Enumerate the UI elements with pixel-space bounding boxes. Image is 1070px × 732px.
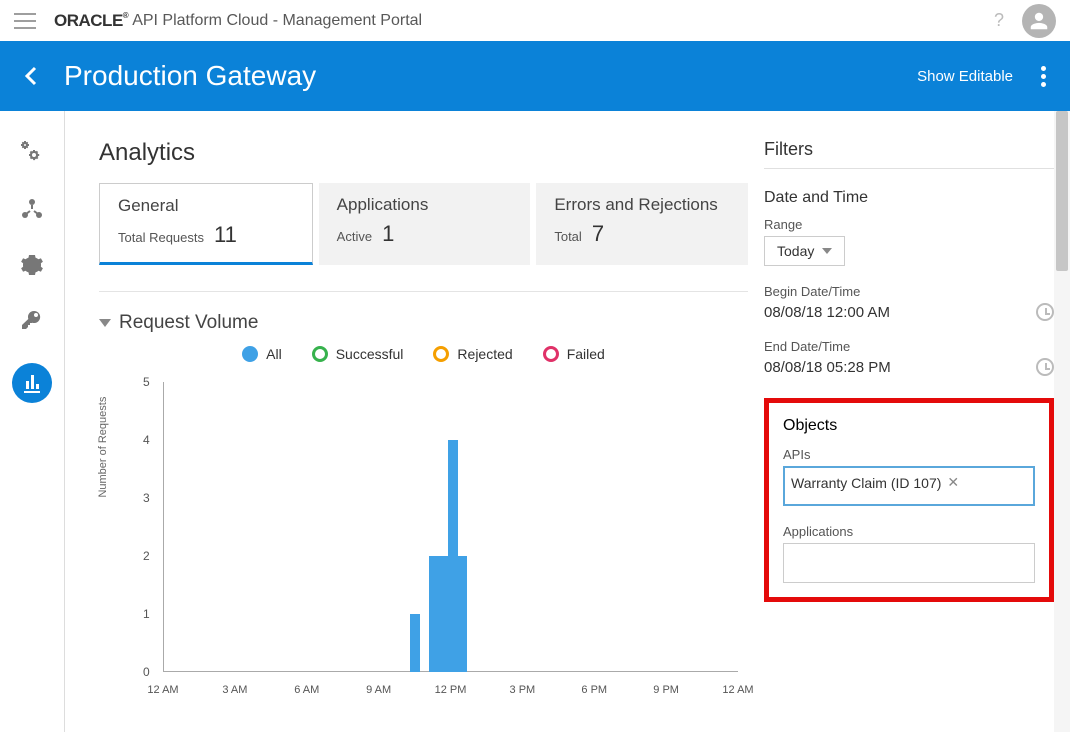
topbar: ORACLE® API Platform Cloud - Management … (0, 0, 1070, 41)
chart-bar[interactable] (457, 556, 467, 672)
tab-errors[interactable]: Errors and Rejections Total 7 (536, 183, 748, 265)
collapse-icon[interactable] (99, 319, 111, 327)
x-tick: 12 AM (147, 684, 178, 696)
y-tick: 4 (143, 433, 150, 447)
nav-keys-icon[interactable] (18, 307, 46, 335)
filters-heading: Filters (764, 139, 1054, 169)
chart-bar[interactable] (448, 440, 458, 672)
brand-logo: ORACLE® (54, 11, 128, 31)
tab-errors-value: 7 (592, 221, 604, 247)
tab-applications-title: Applications (337, 195, 513, 215)
y-tick: 5 (143, 375, 150, 389)
tab-errors-title: Errors and Rejections (554, 195, 730, 215)
page-title: Production Gateway (64, 60, 917, 92)
overflow-menu-icon[interactable] (1033, 55, 1054, 98)
date-time-heading: Date and Time (764, 189, 1054, 207)
nav-settings-icon[interactable] (18, 139, 46, 167)
section-title: Analytics (99, 139, 748, 167)
begin-label: Begin Date/Time (764, 284, 1054, 299)
chart-legend: All Successful Rejected Failed (99, 346, 748, 362)
legend-rejected[interactable]: Rejected (433, 346, 512, 362)
objects-section: Objects APIs Warranty Claim (ID 107) ✕ A… (764, 398, 1054, 602)
scrollbar-thumb[interactable] (1056, 111, 1068, 271)
x-tick: 3 AM (222, 684, 247, 696)
legend-successful[interactable]: Successful (312, 346, 404, 362)
user-avatar[interactable] (1022, 4, 1056, 38)
tab-applications-value: 1 (382, 221, 394, 247)
x-tick: 3 PM (510, 684, 536, 696)
y-tick: 2 (143, 549, 150, 563)
y-axis (163, 382, 164, 672)
divider (99, 291, 748, 292)
y-tick: 1 (143, 607, 150, 621)
applications-input[interactable] (783, 543, 1035, 583)
chart-title: Request Volume (119, 312, 258, 334)
chart-bar[interactable] (438, 556, 448, 672)
apis-label: APIs (783, 447, 1035, 462)
tab-applications[interactable]: Applications Active 1 (319, 183, 531, 265)
scrollbar[interactable] (1054, 111, 1070, 732)
tab-applications-sub: Active (337, 229, 372, 244)
menu-icon[interactable] (14, 13, 36, 29)
filters-panel: Filters Date and Time Range Today Begin … (764, 139, 1054, 732)
x-tick: 6 AM (294, 684, 319, 696)
end-time-picker-icon[interactable] (1036, 358, 1054, 376)
nav-nodes-icon[interactable] (18, 195, 46, 223)
x-tick: 9 AM (366, 684, 391, 696)
tab-general-sub: Total Requests (118, 230, 204, 245)
begin-value: 08/08/18 12:00 AM (764, 304, 890, 321)
nav-gear-icon[interactable] (18, 251, 46, 279)
tab-errors-sub: Total (554, 229, 581, 244)
legend-all[interactable]: All (242, 346, 282, 362)
applications-label: Applications (783, 524, 1035, 539)
x-tick: 9 PM (653, 684, 679, 696)
api-chip-label: Warranty Claim (ID 107) (791, 475, 941, 491)
chevron-down-icon (822, 248, 832, 254)
chart-bar[interactable] (429, 556, 439, 672)
product-name: API Platform Cloud - Management Portal (132, 12, 422, 30)
begin-time-picker-icon[interactable] (1036, 303, 1054, 321)
chip-remove-icon[interactable]: ✕ (947, 474, 959, 491)
x-tick: 12 AM (722, 684, 753, 696)
range-select[interactable]: Today (764, 236, 845, 266)
apis-input[interactable]: Warranty Claim (ID 107) ✕ (783, 466, 1035, 506)
page-header: Production Gateway Show Editable (0, 41, 1070, 111)
tab-general[interactable]: General Total Requests 11 (99, 183, 313, 265)
objects-heading: Objects (783, 417, 1035, 435)
x-tick: 6 PM (581, 684, 607, 696)
tab-general-title: General (118, 196, 294, 216)
side-nav (0, 111, 65, 732)
end-label: End Date/Time (764, 339, 1054, 354)
x-tick: 12 PM (435, 684, 467, 696)
api-chip: Warranty Claim (ID 107) ✕ (791, 474, 959, 491)
y-axis-label: Number of Requests (97, 397, 109, 498)
tab-general-value: 11 (214, 222, 237, 248)
help-icon[interactable]: ? (994, 10, 1004, 31)
chart-bar[interactable] (410, 614, 420, 672)
range-value: Today (777, 243, 814, 259)
chart-area: Number of Requests 01234512 AM3 AM6 AM9 … (113, 372, 748, 712)
legend-failed[interactable]: Failed (543, 346, 605, 362)
back-button[interactable] (16, 61, 46, 91)
show-editable-link[interactable]: Show Editable (917, 68, 1013, 85)
y-tick: 0 (143, 665, 150, 679)
end-value: 08/08/18 05:28 PM (764, 359, 891, 376)
range-label: Range (764, 217, 1054, 232)
nav-analytics-icon[interactable] (12, 363, 52, 403)
y-tick: 3 (143, 491, 150, 505)
